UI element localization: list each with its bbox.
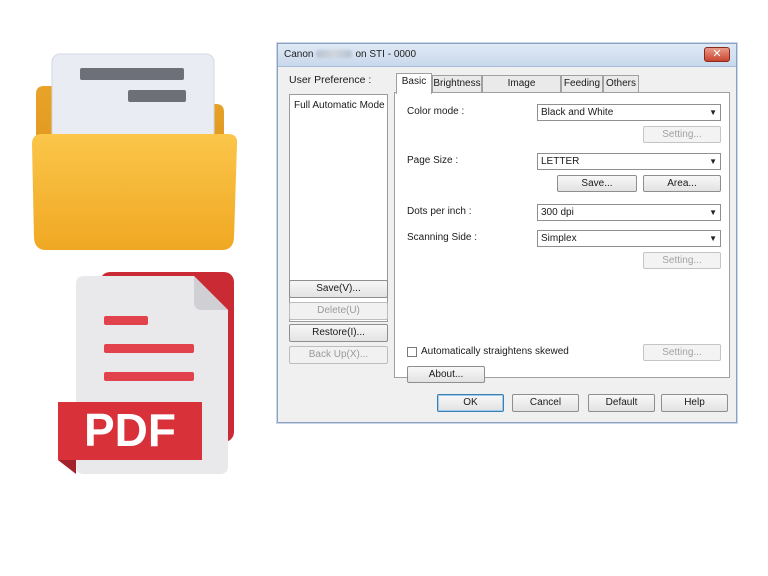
restore-preference-button[interactable]: Restore(I)... (289, 324, 388, 342)
delete-preference-button[interactable]: Delete(U) (289, 302, 388, 320)
title-bar[interactable]: Canon on STI - 0000 ✕ (278, 44, 736, 67)
color-mode-value: Black and White (541, 107, 614, 118)
help-button[interactable]: Help (661, 394, 728, 412)
straighten-setting-button[interactable]: Setting... (643, 344, 721, 361)
color-mode-setting-button[interactable]: Setting... (643, 126, 721, 143)
close-button[interactable]: ✕ (704, 47, 730, 62)
scanning-side-value: Simplex (541, 233, 577, 244)
page-size-save-button[interactable]: Save... (557, 175, 637, 192)
straighten-checkbox[interactable] (407, 347, 417, 357)
tab-basic[interactable]: Basic (396, 73, 432, 94)
dpi-label: Dots per inch : (407, 206, 472, 217)
color-mode-select[interactable]: Black and White ▼ (537, 104, 721, 121)
pdf-label: PDF (84, 404, 176, 456)
title-suffix: on STI - 0000 (355, 49, 417, 60)
dpi-select[interactable]: 300 dpi ▼ (537, 204, 721, 221)
save-preference-button[interactable]: Save(V)... (289, 280, 388, 298)
color-mode-label: Color mode : (407, 106, 465, 117)
cancel-button[interactable]: Cancel (512, 394, 579, 412)
page-size-area-button[interactable]: Area... (643, 175, 721, 192)
scanning-side-select[interactable]: Simplex ▼ (537, 230, 721, 247)
ok-button[interactable]: OK (437, 394, 504, 412)
close-icon: ✕ (712, 48, 722, 60)
scanning-side-label: Scanning Side : (407, 232, 478, 243)
list-item[interactable]: Full Automatic Mode (294, 100, 385, 111)
tab-image-processing[interactable]: Image processing (482, 75, 561, 104)
tab-brightness[interactable]: Brightness (432, 75, 482, 92)
chevron-down-icon: ▼ (709, 208, 717, 217)
page-size-label: Page Size : (407, 155, 459, 166)
page-size-value: LETTER (541, 156, 580, 167)
folder-icon (32, 53, 238, 250)
straighten-label[interactable]: Automatically straightens skewed (421, 346, 569, 357)
default-button[interactable]: Default (588, 394, 655, 412)
scanner-settings-dialog: Canon on STI - 0000 ✕ User Preference : F… (277, 43, 737, 423)
page-size-select[interactable]: LETTER ▼ (537, 153, 721, 170)
tab-feeding[interactable]: Feeding (561, 75, 603, 92)
chevron-down-icon: ▼ (709, 108, 717, 117)
backup-preference-button[interactable]: Back Up(X)... (289, 346, 388, 364)
title-prefix: Canon (284, 49, 314, 60)
chevron-down-icon: ▼ (709, 157, 717, 166)
user-preference-label: User Preference : (289, 74, 372, 86)
tab-others[interactable]: Others (603, 75, 639, 92)
dpi-value: 300 dpi (541, 207, 574, 218)
scanning-side-setting-button[interactable]: Setting... (643, 252, 721, 269)
basic-tab-panel: Color mode : Black and White ▼ Setting..… (394, 92, 730, 383)
pdf-file-icon: PDF (58, 272, 234, 474)
chevron-down-icon: ▼ (709, 234, 717, 243)
window-title: Canon on STI - 0000 (284, 49, 416, 60)
about-button[interactable]: About... (407, 366, 485, 383)
blurred-model-name (316, 50, 353, 59)
